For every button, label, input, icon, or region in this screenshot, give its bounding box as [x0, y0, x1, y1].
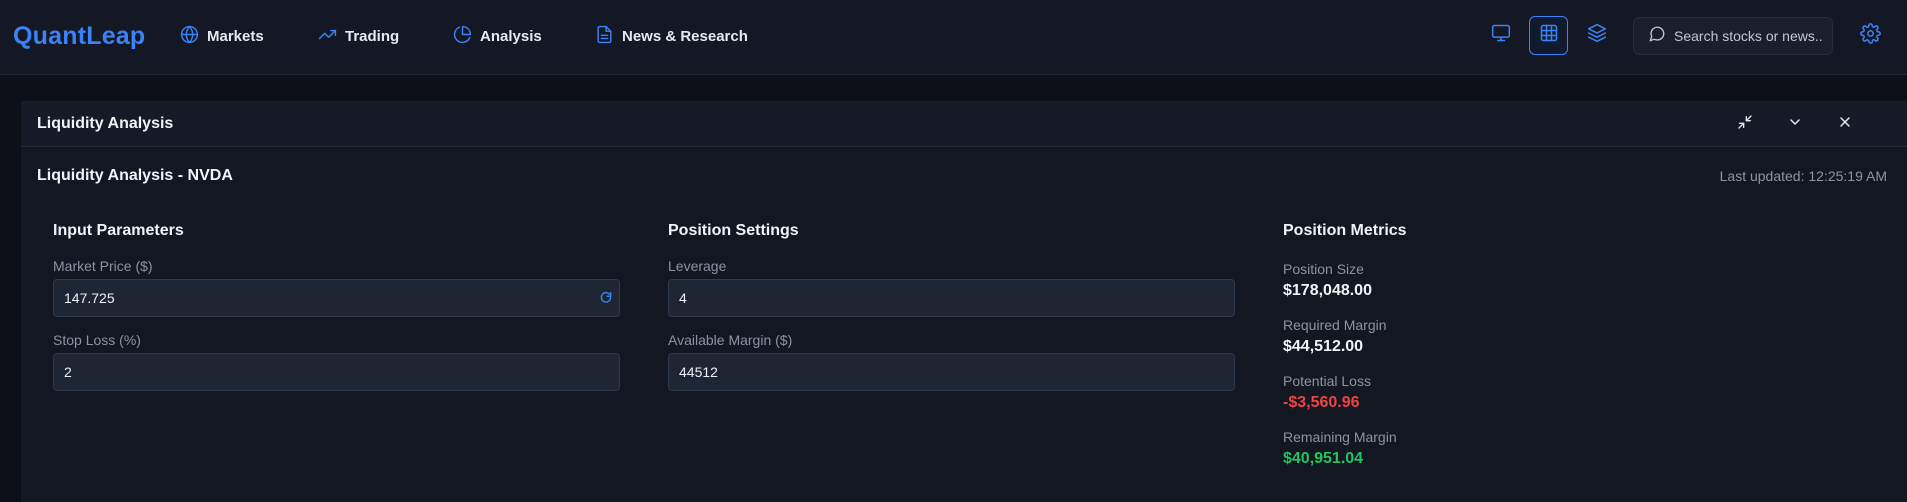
file-text-icon: [595, 25, 614, 48]
settings-button[interactable]: [1858, 23, 1882, 49]
layers-icon: [1587, 23, 1607, 48]
leverage-input[interactable]: [679, 290, 1224, 306]
last-updated: Last updated: 12:25:19 AM: [1720, 168, 1887, 184]
available-margin-field[interactable]: [668, 353, 1235, 391]
chevron-down-icon: [1787, 114, 1803, 135]
nav-item-label: News & Research: [622, 27, 748, 45]
nav-item-markets[interactable]: Markets: [180, 25, 264, 47]
grid-icon: [1539, 23, 1559, 48]
stop-loss-input[interactable]: [64, 364, 609, 380]
remaining-margin-value: $40,951.04: [1283, 450, 1364, 467]
input-parameters-title: Input Parameters: [53, 222, 184, 239]
nav-item-label: Markets: [207, 27, 264, 45]
monitor-icon: [1491, 23, 1511, 48]
globe-icon: [180, 25, 199, 48]
app-logo[interactable]: QuantLeap: [13, 22, 145, 51]
market-price-field[interactable]: [53, 279, 620, 317]
search-box[interactable]: [1633, 17, 1833, 55]
analysis-subtitle: Liquidity Analysis - NVDA: [37, 167, 233, 184]
leverage-field[interactable]: [668, 279, 1235, 317]
top-navigation-bar: QuantLeap Markets Trading Analysis News …: [0, 0, 1907, 75]
collapse-button[interactable]: [1784, 113, 1806, 135]
minimize-icon: [1737, 114, 1753, 135]
position-settings-title: Position Settings: [668, 222, 799, 239]
pie-chart-icon: [453, 25, 472, 48]
panel-header: Liquidity Analysis: [21, 101, 1907, 147]
potential-loss-label: Potential Loss: [1283, 373, 1371, 389]
stop-loss-label: Stop Loss (%): [53, 332, 141, 348]
remaining-margin-label: Remaining Margin: [1283, 429, 1397, 445]
position-metrics-title: Position Metrics: [1283, 222, 1407, 239]
market-price-input[interactable]: [64, 290, 609, 306]
close-icon: [1837, 114, 1853, 135]
refresh-icon[interactable]: [599, 291, 613, 305]
available-margin-label: Available Margin ($): [668, 332, 793, 348]
monitor-view-button[interactable]: [1481, 16, 1520, 55]
position-size-value: $178,048.00: [1283, 282, 1372, 299]
required-margin-value: $44,512.00: [1283, 338, 1364, 355]
grid-view-button[interactable]: [1529, 16, 1568, 55]
layers-view-button[interactable]: [1577, 16, 1616, 55]
required-margin-label: Required Margin: [1283, 317, 1387, 333]
nav-item-label: Trading: [345, 27, 400, 45]
market-price-label: Market Price ($): [53, 258, 153, 274]
message-circle-icon: [1648, 25, 1666, 48]
stop-loss-field[interactable]: [53, 353, 620, 391]
position-size-label: Position Size: [1283, 261, 1364, 277]
potential-loss-value: -$3,560.96: [1283, 394, 1360, 411]
minimize-button[interactable]: [1734, 113, 1756, 135]
nav-item-news-research[interactable]: News & Research: [595, 25, 748, 47]
close-button[interactable]: [1834, 113, 1856, 135]
nav-item-analysis[interactable]: Analysis: [453, 25, 542, 47]
nav-item-label: Analysis: [480, 27, 542, 45]
last-updated-label: Last updated:: [1719, 168, 1809, 184]
search-input[interactable]: [1674, 28, 1824, 44]
last-updated-time: 12:25:19 AM: [1808, 168, 1887, 184]
nav-item-trading[interactable]: Trading: [318, 25, 399, 47]
available-margin-input[interactable]: [679, 364, 1224, 380]
gear-icon: [1859, 23, 1881, 49]
trending-up-icon: [318, 25, 337, 48]
liquidity-analysis-panel: Liquidity Analysis Liquidity Analysis - …: [21, 101, 1907, 502]
panel-title: Liquidity Analysis: [37, 115, 174, 132]
leverage-label: Leverage: [668, 258, 727, 274]
